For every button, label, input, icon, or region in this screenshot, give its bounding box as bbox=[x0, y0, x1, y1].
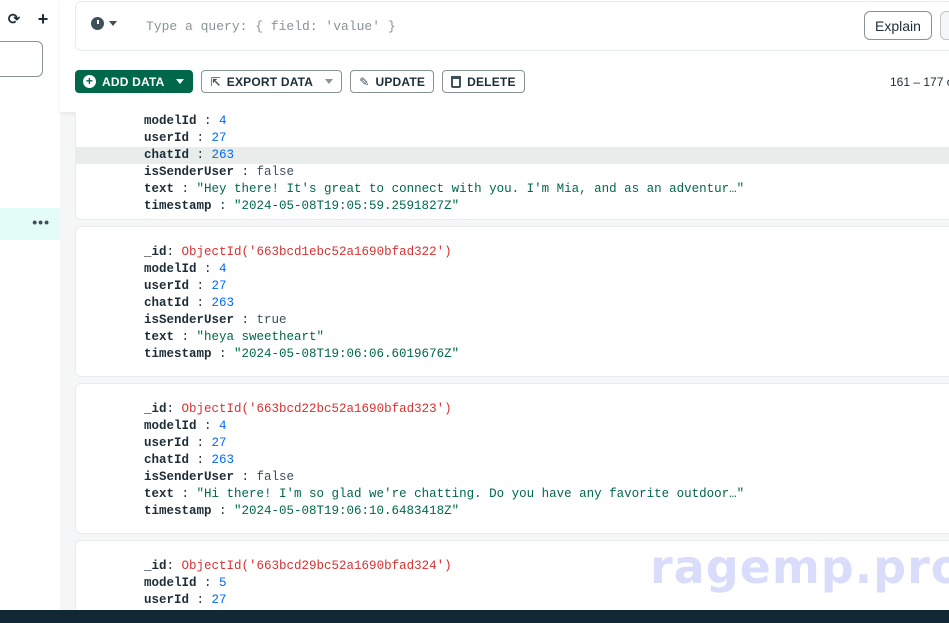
query-input[interactable] bbox=[146, 16, 786, 36]
document-actions-toolbar: + ADD DATA ⇱ EXPORT DATA ✎ UPDATE DELETE bbox=[75, 70, 525, 94]
delete-label: DELETE bbox=[467, 74, 516, 89]
clock-icon bbox=[91, 17, 104, 30]
sidebar-item-selected-collection[interactable]: ••• bbox=[0, 208, 60, 240]
export-data-button[interactable]: ⇱ EXPORT DATA bbox=[201, 70, 343, 93]
document-card[interactable]: _id: ObjectId('663bcd22bc52a1690bfad323'… bbox=[75, 383, 949, 534]
document-field: isSenderUser : true bbox=[144, 313, 287, 327]
document-field: text : "Hi there! I'm so glad we're chat… bbox=[144, 487, 745, 501]
documents-list: modelId : 4 userId : 27 chatId : 263 isS… bbox=[60, 112, 949, 610]
plus-circle-icon: + bbox=[83, 75, 96, 88]
document-field: userId : 27 bbox=[144, 593, 227, 607]
chevron-down-icon bbox=[109, 21, 117, 26]
document-field: isSenderUser : false bbox=[144, 165, 295, 179]
trash-icon bbox=[451, 75, 462, 88]
document-field: modelId : 4 bbox=[144, 114, 227, 128]
delete-button[interactable]: DELETE bbox=[442, 70, 525, 93]
query-toolbar-area: Explain + ADD DATA ⇱ EXPORT DATA ✎ UPDAT… bbox=[60, 0, 949, 112]
document-field: userId : 27 bbox=[144, 279, 227, 293]
document-field: chatId : 263 bbox=[144, 296, 235, 310]
document-field: text : "heya sweetheart" bbox=[144, 330, 325, 344]
document-field: isSenderUser : false bbox=[144, 470, 295, 484]
document-field: timestamp : "2024-05-08T19:06:10.6483418… bbox=[144, 504, 460, 518]
sidebar: ⟳ + ••• bbox=[0, 0, 60, 610]
chevron-down-icon bbox=[176, 79, 185, 84]
document-field: userId : 27 bbox=[144, 436, 227, 450]
document-field: modelId : 5 bbox=[144, 576, 227, 590]
export-icon: ⇱ bbox=[210, 74, 221, 89]
document-field: modelId : 4 bbox=[144, 419, 227, 433]
update-button[interactable]: ✎ UPDATE bbox=[350, 70, 435, 93]
pencil-icon: ✎ bbox=[359, 74, 370, 89]
document-field: text : "Hey there! It's great to connect… bbox=[144, 182, 745, 196]
document-field: userId : 27 bbox=[144, 131, 227, 145]
explain-button[interactable]: Explain bbox=[864, 11, 932, 40]
query-bar: Explain bbox=[75, 1, 949, 51]
plus-icon[interactable]: + bbox=[36, 10, 50, 28]
ellipsis-icon[interactable]: ••• bbox=[32, 214, 50, 230]
pagination-range: 161 – 177 o bbox=[890, 75, 949, 89]
bottom-bar bbox=[0, 610, 949, 623]
document-field: _id: ObjectId('663bcd29bc52a1690bfad324'… bbox=[144, 559, 452, 573]
document-field: timestamp : "2024-05-08T19:05:59.2591827… bbox=[144, 199, 460, 213]
query-options-button[interactable] bbox=[940, 11, 949, 40]
refresh-icon[interactable]: ⟳ bbox=[6, 12, 22, 28]
chevron-down-icon bbox=[325, 79, 334, 84]
add-data-label: ADD DATA bbox=[102, 74, 165, 89]
document-field: _id: ObjectId('663bcd22bc52a1690bfad323'… bbox=[144, 402, 452, 416]
document-card[interactable]: _id: ObjectId('663bcd1ebc52a1690bfad322'… bbox=[75, 226, 949, 377]
export-data-label: EXPORT DATA bbox=[226, 74, 314, 89]
document-field-highlighted: chatId : 263 bbox=[76, 147, 949, 164]
sidebar-search-input[interactable] bbox=[0, 41, 43, 77]
document-card[interactable]: _id: ObjectId('663bcd29bc52a1690bfad324'… bbox=[75, 540, 949, 610]
document-field: modelId : 4 bbox=[144, 262, 227, 276]
query-history-button[interactable] bbox=[91, 17, 117, 30]
add-data-button[interactable]: + ADD DATA bbox=[75, 70, 194, 93]
document-card[interactable]: modelId : 4 userId : 27 chatId : 263 isS… bbox=[75, 112, 949, 220]
document-field: chatId : 263 bbox=[144, 453, 235, 467]
document-field: timestamp : "2024-05-08T19:06:06.6019676… bbox=[144, 347, 460, 361]
update-label: UPDATE bbox=[375, 74, 426, 89]
document-field: _id: ObjectId('663bcd1ebc52a1690bfad322'… bbox=[144, 245, 452, 259]
